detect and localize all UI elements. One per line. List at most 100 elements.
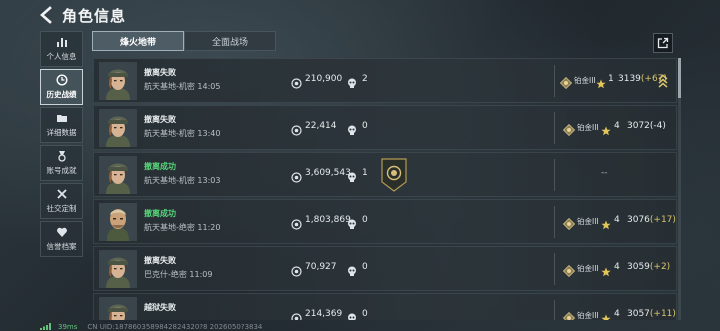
operator-avatar (99, 62, 137, 100)
history-clock-icon (55, 74, 69, 86)
map-time: 航天基地-机密 13:40 (144, 129, 221, 138)
match-row[interactable]: 撤离失败 航天基地-机密 14:05 210,900 2 铂金III 1 3139(+67) (93, 58, 677, 103)
rank-emblem-icon (562, 215, 576, 231)
map-time: 航天基地-机密 13:03 (144, 176, 221, 185)
bar-chart-icon (55, 36, 69, 48)
rank-score: 3072(-4) (627, 121, 666, 131)
sidebar-item-4[interactable]: 社交定制 (40, 183, 83, 219)
rank-level: 4 (614, 215, 620, 225)
extraction-status: 撤离失败 (144, 68, 176, 77)
sidebar-item-label: 账号成就 (46, 166, 77, 175)
divider (554, 300, 555, 320)
loot-value: 3,609,543 (305, 168, 351, 178)
rank-level: 4 (614, 309, 620, 319)
rank-name: 铂金III (577, 123, 599, 132)
sidebar-item-5[interactable]: 信誉档案 (40, 221, 83, 257)
match-row[interactable]: 撤离成功 航天基地-机密 13:03 3,609,543 1 -- (93, 152, 677, 197)
sidebar-item-label: 社交定制 (46, 204, 77, 213)
currency-icon (291, 262, 302, 277)
rank-up-chevron-icon (658, 73, 668, 88)
rank-score: 3076(+17) (627, 215, 676, 225)
header: 角色信息 (0, 0, 720, 30)
share-button[interactable] (653, 33, 673, 53)
operator-avatar (99, 250, 137, 288)
skull-icon (347, 262, 357, 276)
rank-score: 3057(+11) (627, 309, 676, 319)
sidebar-item-2[interactable]: 详细数据 (40, 107, 83, 143)
extraction-status: 撤离失败 (144, 256, 176, 265)
score-value: 3076 (627, 215, 650, 225)
extraction-status: 撤离成功 (144, 209, 176, 218)
operator-avatar (99, 156, 137, 194)
uid-text: CN UID:1878603589842824320?8 2026050?383… (87, 322, 263, 331)
skull-icon (347, 309, 357, 320)
crossed-tools-icon (55, 188, 69, 200)
skull-icon (347, 168, 357, 182)
match-row[interactable]: 越狱失败 214,369 0 铂金III 4 3057(+11) (93, 293, 677, 320)
page-title: 角色信息 (62, 7, 127, 25)
extraction-status: 撤离失败 (144, 115, 176, 124)
score-delta: (+11) (649, 309, 676, 319)
skull-icon (347, 215, 357, 229)
match-row[interactable]: 撤离失败航天基地-机密 13:40 22,414 0 铂金III 4 3072(-4) (93, 105, 677, 150)
skull-icon (347, 121, 357, 135)
divider (554, 112, 555, 144)
kill-count: 0 (362, 309, 368, 319)
rank-emblem-icon (562, 309, 576, 320)
scrollbar[interactable] (678, 58, 681, 320)
folder-icon (55, 112, 69, 124)
currency-icon (291, 309, 302, 320)
rank-level: 1 (608, 74, 614, 84)
rank-name: 铂金III (574, 76, 596, 85)
back-arrow-icon[interactable] (38, 6, 56, 24)
sidebar-item-3[interactable]: 账号成就 (40, 145, 83, 181)
rank-level: 4 (614, 262, 620, 272)
share-icon (657, 37, 669, 49)
sidebar-item-label: 信誉档案 (46, 242, 77, 251)
star-icon (601, 309, 611, 320)
sidebar-item-0[interactable]: 个人信息 (40, 31, 83, 67)
rank-emblem-icon (559, 74, 573, 90)
signal-icon (40, 323, 51, 330)
star-icon (601, 121, 611, 136)
sidebar-item-label: 历史战绩 (46, 90, 77, 99)
rank-emblem-icon (562, 262, 576, 278)
scrollbar-thumb[interactable] (678, 58, 681, 98)
loot-value: 210,900 (305, 74, 343, 84)
loot-value: 70,927 (305, 262, 337, 272)
score-value: 3139 (618, 74, 641, 84)
achievement-badge-icon (381, 158, 407, 192)
extraction-status: 撤离成功 (144, 162, 176, 171)
match-history-list[interactable]: 撤离失败 航天基地-机密 14:05 210,900 2 铂金III 1 3139(+67)… (93, 58, 677, 320)
map-time: 巴克什-绝密 11:09 (144, 270, 213, 279)
sidebar-item-label: 详细数据 (46, 128, 77, 137)
tab-0[interactable]: 烽火地带 (92, 31, 184, 51)
rank-emblem-icon (562, 121, 576, 137)
rank-level: 4 (614, 121, 620, 131)
kill-count: 0 (362, 215, 368, 225)
rank-empty: -- (601, 168, 608, 178)
rank-score: 3059(+2) (627, 262, 670, 272)
star-icon (596, 74, 606, 89)
kill-count: 2 (362, 74, 368, 84)
match-row[interactable]: 撤离失败 巴克什-绝密 11:09 70,927 0 铂金III 4 3059(+2) (93, 246, 677, 291)
rank-name: 铂金III (577, 217, 599, 226)
currency-icon (291, 121, 302, 136)
match-row[interactable]: 撤离成功 航天基地-绝密 11:20 1,803,869 0 铂金III 4 3076(+1… (93, 199, 677, 244)
star-icon (601, 262, 611, 277)
rank-name: 铂金III (577, 311, 599, 320)
footer: 39ms CN UID:1878603589842824320?8 202605… (40, 322, 262, 331)
divider (554, 65, 555, 97)
tab-1[interactable]: 全面战场 (184, 31, 276, 51)
medal-icon (55, 150, 69, 162)
score-delta: (+2) (649, 262, 671, 272)
map-time: 航天基地-机密 14:05 (144, 82, 221, 91)
skull-icon (347, 74, 357, 88)
loot-value: 22,414 (305, 121, 337, 131)
operator-avatar (99, 109, 137, 147)
sidebar-item-1[interactable]: 历史战绩 (40, 69, 83, 105)
divider (554, 206, 555, 238)
kill-count: 0 (362, 121, 368, 131)
currency-icon (291, 168, 302, 183)
sidebar: 个人信息历史战绩详细数据账号成就社交定制信誉档案 (40, 31, 84, 259)
